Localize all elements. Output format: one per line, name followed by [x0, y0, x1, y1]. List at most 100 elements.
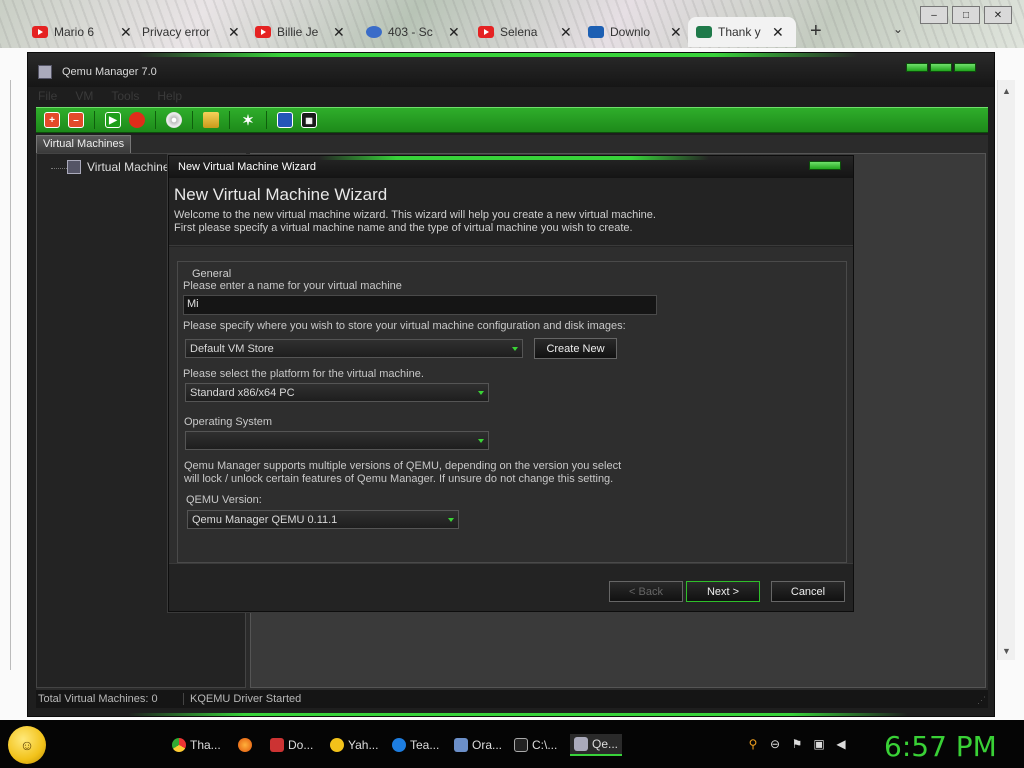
tree-connector	[51, 168, 67, 169]
7zip-icon	[514, 738, 528, 752]
toolbar-separator	[155, 111, 156, 129]
close-button[interactable]	[809, 161, 841, 170]
os-label: Operating System	[184, 416, 273, 428]
search-icon[interactable]: ⚲	[745, 736, 761, 752]
taskbar-item[interactable]: C:\...	[510, 734, 561, 756]
browser-tab[interactable]: Selena ✕	[470, 17, 580, 47]
close-button[interactable]: ✕	[984, 6, 1012, 24]
youtube-icon	[32, 26, 48, 38]
taskbar-label: Ora...	[472, 738, 503, 752]
taskbar-item-active[interactable]: Qe...	[570, 734, 623, 756]
close-icon[interactable]: ✕	[560, 24, 572, 41]
taskbar: ☺ Tha... Do... Yah... Tea... Ora... C:\.…	[0, 720, 1024, 768]
close-icon[interactable]: ✕	[228, 24, 240, 41]
taskbar-item[interactable]	[234, 734, 256, 756]
qemu-note: will lock / unlock certain features of Q…	[184, 473, 614, 485]
toolbar-separator	[192, 111, 193, 129]
tab-virtual-machines[interactable]: Virtual Machines	[36, 135, 132, 153]
taskbar-item[interactable]: Tea...	[388, 734, 443, 756]
close-icon[interactable]: ✕	[670, 24, 682, 41]
scroll-up-icon[interactable]: ▲	[1002, 86, 1011, 96]
close-icon[interactable]: ✕	[772, 24, 784, 41]
maximize-button[interactable]: □	[952, 6, 980, 24]
page-divider	[10, 80, 11, 670]
minimize-button[interactable]: –	[920, 6, 948, 24]
cd-icon[interactable]	[166, 112, 182, 128]
taskbar-label: Tha...	[190, 738, 221, 752]
minimize-button[interactable]	[906, 63, 928, 72]
check-icon	[696, 26, 712, 38]
browser-tab[interactable]: Mario 6 ✕	[24, 17, 140, 47]
menu-file[interactable]: File	[38, 89, 57, 103]
menu-tools[interactable]: Tools	[111, 89, 139, 103]
close-button[interactable]	[954, 63, 976, 72]
close-icon[interactable]: ✕	[333, 24, 345, 41]
platform-select[interactable]: Standard x86/x64 PC	[185, 383, 489, 402]
taskbar-label: Tea...	[410, 738, 440, 752]
start-button[interactable]: ☺	[8, 726, 46, 764]
wizard-heading: New Virtual Machine Wizard	[174, 185, 388, 204]
close-icon[interactable]: ✕	[448, 24, 460, 41]
delete-vm-icon[interactable]: –	[68, 112, 84, 128]
create-new-button[interactable]: Create New	[534, 338, 617, 359]
network-icon[interactable]: ▣	[811, 736, 827, 752]
tab-label: Selena	[500, 25, 538, 39]
flag-icon[interactable]: ⚑	[789, 736, 805, 752]
taskbar-item[interactable]: Ora...	[450, 734, 506, 756]
resize-grip-icon[interactable]: ⋰	[977, 695, 986, 706]
wizard-description: First please specify a virtual machine n…	[174, 222, 633, 234]
maximize-button[interactable]	[930, 63, 952, 72]
taskbar-label: C:\...	[532, 738, 558, 752]
browser-tab[interactable]: Billie Je ✕	[247, 17, 353, 47]
wizard-description: Welcome to the new virtual machine wizar…	[174, 209, 656, 221]
app-titlebar: Qemu Manager 7.0	[28, 53, 994, 87]
store-label: Please specify where you wish to store y…	[183, 320, 626, 332]
volume-icon[interactable]: ◀	[833, 736, 849, 752]
vm-store-value: Default VM Store	[190, 343, 274, 355]
browser-tab[interactable]: Downlo ✕	[580, 17, 690, 47]
tree-item-label: Virtual Machines	[87, 160, 176, 174]
minus-icon[interactable]: ⊖	[767, 736, 783, 752]
scroll-down-icon[interactable]: ▼	[1002, 646, 1011, 656]
taskbar-item[interactable]: Do...	[266, 734, 317, 756]
clock[interactable]: 6:57 PM	[884, 730, 997, 763]
chrome-icon	[172, 738, 186, 752]
new-tab-button[interactable]: +	[810, 20, 822, 43]
taskbar-item[interactable]: Yah...	[326, 734, 382, 756]
next-button[interactable]: Next >	[686, 581, 760, 602]
toolbar-separator	[94, 111, 95, 129]
wizard-window-title: New Virtual Machine Wizard	[178, 161, 316, 173]
browser-tab[interactable]: 403 - Sc ✕	[358, 17, 468, 47]
menu-bar: File VM Tools Help	[38, 89, 182, 103]
page-scrollbar[interactable]: ▲ ▼	[997, 80, 1015, 660]
browser-tab[interactable]: Privacy error ✕	[134, 17, 248, 47]
stop-icon[interactable]	[129, 112, 145, 128]
chevron-down-icon	[512, 347, 518, 351]
settings-icon[interactable]: ▦	[301, 112, 317, 128]
chevron-down-icon[interactable]: ⌄	[893, 22, 903, 36]
vm-store-select[interactable]: Default VM Store	[185, 339, 523, 358]
status-bar: Total Virtual Machines: 0 KQEMU Driver S…	[36, 690, 988, 708]
platform-label: Please select the platform for the virtu…	[183, 368, 424, 380]
qemu-version-select[interactable]: Qemu Manager QEMU 0.11.1	[187, 510, 459, 529]
window-controls: – □ ✕	[920, 6, 1012, 24]
qemu-version-value: Qemu Manager QEMU 0.11.1	[192, 514, 338, 526]
qemu-version-label: QEMU Version:	[186, 494, 262, 506]
cancel-button[interactable]: Cancel	[771, 581, 845, 602]
vm-name-input[interactable]: Mi	[183, 295, 657, 315]
wizard-content: General Please enter a name for your vir…	[169, 247, 853, 563]
back-button[interactable]: < Back	[609, 581, 683, 602]
document-icon	[270, 738, 284, 752]
menu-help[interactable]: Help	[157, 89, 182, 103]
os-select[interactable]	[185, 431, 489, 450]
menu-vm[interactable]: VM	[75, 89, 93, 103]
new-vm-icon[interactable]: +	[44, 112, 60, 128]
wizard-icon[interactable]: ✶	[240, 112, 256, 128]
start-icon[interactable]: ▶	[105, 112, 121, 128]
taskbar-item[interactable]: Tha...	[168, 734, 225, 756]
browser-tab-active[interactable]: Thank y ✕	[688, 17, 796, 47]
save-icon[interactable]	[277, 112, 293, 128]
tree-item-virtual-machines[interactable]: Virtual Machines	[67, 160, 176, 174]
folder-icon[interactable]	[203, 112, 219, 128]
close-icon[interactable]: ✕	[120, 24, 132, 41]
